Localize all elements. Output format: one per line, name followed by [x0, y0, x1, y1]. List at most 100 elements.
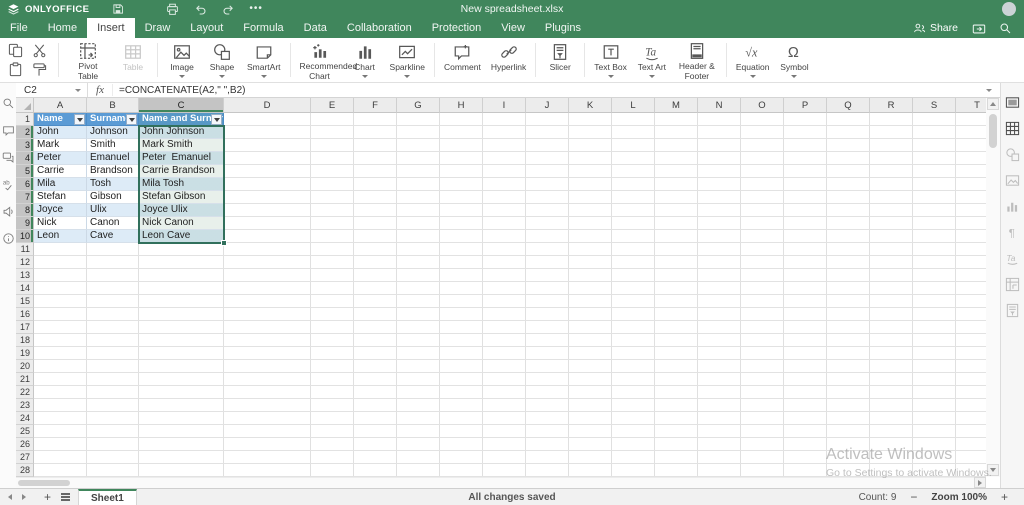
slicer-button[interactable]: Slicer [540, 38, 580, 82]
row-header-5[interactable]: 5 [16, 165, 34, 178]
row-header-2[interactable]: 2 [16, 126, 34, 139]
menu-tab-draw[interactable]: Draw [135, 18, 181, 38]
column-header-Q[interactable]: Q [827, 98, 870, 113]
menu-tab-protection[interactable]: Protection [422, 18, 492, 38]
slicer-settings-icon[interactable] [1005, 303, 1020, 318]
column-header-C[interactable]: C [139, 98, 224, 113]
zoom-out-button[interactable]: − [910, 490, 917, 504]
chart-button[interactable]: Chart [345, 38, 385, 82]
column-header-T[interactable]: T [956, 98, 986, 113]
cell-A7[interactable]: Stefan [34, 191, 87, 204]
cell-B3[interactable]: Smith [87, 139, 139, 152]
column-header-R[interactable]: R [870, 98, 913, 113]
menu-tab-formula[interactable]: Formula [233, 18, 293, 38]
row-header-3[interactable]: 3 [16, 139, 34, 152]
row-header-22[interactable]: 22 [16, 386, 34, 399]
row-header-24[interactable]: 24 [16, 412, 34, 425]
column-header-G[interactable]: G [397, 98, 440, 113]
smartart-button[interactable]: SmartArt [242, 38, 286, 82]
add-sheet-button[interactable]: + [44, 492, 51, 502]
text-box-button[interactable]: Text Box [589, 38, 632, 82]
cell-A5[interactable]: Carrie [34, 165, 87, 178]
copy-icon[interactable] [8, 43, 23, 58]
row-header-28[interactable]: 28 [16, 464, 34, 477]
textart-settings-icon[interactable]: Ta [1005, 251, 1020, 266]
shape-settings-icon[interactable] [1005, 147, 1020, 162]
paragraph-settings-icon[interactable]: ¶ [1005, 225, 1020, 240]
save-button[interactable] [111, 2, 125, 16]
more-actions-button[interactable]: ••• [249, 6, 263, 12]
row-header-14[interactable]: 14 [16, 282, 34, 295]
menu-tab-home[interactable]: Home [38, 18, 87, 38]
column-header-H[interactable]: H [440, 98, 483, 113]
row-header-13[interactable]: 13 [16, 269, 34, 282]
row-header-10[interactable]: 10 [16, 230, 34, 243]
next-sheet-button[interactable] [22, 494, 26, 500]
menu-tab-file[interactable]: File [0, 18, 38, 38]
table-header-surname[interactable]: Surname [87, 113, 139, 126]
cell-B6[interactable]: Tosh [87, 178, 139, 191]
column-header-K[interactable]: K [569, 98, 612, 113]
share-button[interactable]: Share [913, 22, 958, 35]
filter-button[interactable] [211, 114, 222, 125]
print-button[interactable] [165, 2, 179, 16]
vertical-scroll-thumb[interactable] [989, 114, 997, 148]
column-header-N[interactable]: N [698, 98, 741, 113]
format-painter-icon[interactable] [32, 62, 47, 77]
row-header-9[interactable]: 9 [16, 217, 34, 230]
row-header-19[interactable]: 19 [16, 347, 34, 360]
cell-C8[interactable]: Joyce Ulix [139, 204, 224, 217]
cell-A8[interactable]: Joyce [34, 204, 87, 217]
pivot-table-button[interactable]: Pivot Table [63, 38, 113, 82]
cell-A2[interactable]: John [34, 126, 87, 139]
column-header-F[interactable]: F [354, 98, 397, 113]
column-header-O[interactable]: O [741, 98, 784, 113]
row-header-11[interactable]: 11 [16, 243, 34, 256]
zoom-in-button[interactable]: + [1001, 490, 1008, 504]
open-file-location-icon[interactable] [972, 22, 985, 35]
cell-C6[interactable]: Mila Tosh [139, 178, 224, 191]
column-header-S[interactable]: S [913, 98, 956, 113]
column-header-A[interactable]: A [34, 98, 87, 113]
cell-C4[interactable]: Peter Emanuel [139, 152, 224, 165]
cell-C9[interactable]: Nick Canon [139, 217, 224, 230]
table-header-name-and-surname[interactable]: Name and Surname [139, 113, 224, 126]
row-header-8[interactable]: 8 [16, 204, 34, 217]
row-header-7[interactable]: 7 [16, 191, 34, 204]
sparkline-button[interactable]: Sparkline [385, 38, 430, 82]
column-header-I[interactable]: I [483, 98, 526, 113]
cell-C7[interactable]: Stefan Gibson [139, 191, 224, 204]
fill-handle[interactable] [221, 240, 227, 246]
filter-button[interactable] [126, 114, 137, 125]
paste-icon[interactable] [8, 62, 23, 77]
row-header-4[interactable]: 4 [16, 152, 34, 165]
cell-B10[interactable]: Cave [87, 230, 139, 243]
table-settings-icon[interactable] [1005, 121, 1020, 136]
column-header-D[interactable]: D [224, 98, 311, 113]
menu-tab-plugins[interactable]: Plugins [535, 18, 591, 38]
column-header-M[interactable]: M [655, 98, 698, 113]
sheet-list-button[interactable] [61, 493, 70, 501]
menu-tab-collaboration[interactable]: Collaboration [337, 18, 422, 38]
sheet-tab[interactable]: Sheet1 [78, 489, 137, 505]
column-header-J[interactable]: J [526, 98, 569, 113]
cell-A6[interactable]: Mila [34, 178, 87, 191]
column-header-L[interactable]: L [612, 98, 655, 113]
scroll-down-button[interactable] [987, 464, 999, 476]
formula-input[interactable]: =CONCATENATE(A2," ",B2) [113, 85, 245, 96]
cut-icon[interactable] [32, 43, 47, 58]
menu-tab-insert[interactable]: Insert [87, 18, 135, 38]
cell-A3[interactable]: Mark [34, 139, 87, 152]
chat-icon[interactable] [2, 151, 15, 164]
about-icon[interactable] [2, 232, 15, 245]
comment-button[interactable]: Comment [439, 38, 486, 82]
cell-B7[interactable]: Gibson [87, 191, 139, 204]
row-header-15[interactable]: 15 [16, 295, 34, 308]
horizontal-scroll-thumb[interactable] [18, 480, 70, 486]
row-header-1[interactable]: 1 [16, 113, 34, 126]
filter-button[interactable] [74, 114, 85, 125]
redo-button[interactable] [221, 2, 235, 16]
table-button[interactable]: Table [113, 38, 153, 82]
symbol-button[interactable]: Ω Symbol [774, 38, 814, 82]
row-header-23[interactable]: 23 [16, 399, 34, 412]
